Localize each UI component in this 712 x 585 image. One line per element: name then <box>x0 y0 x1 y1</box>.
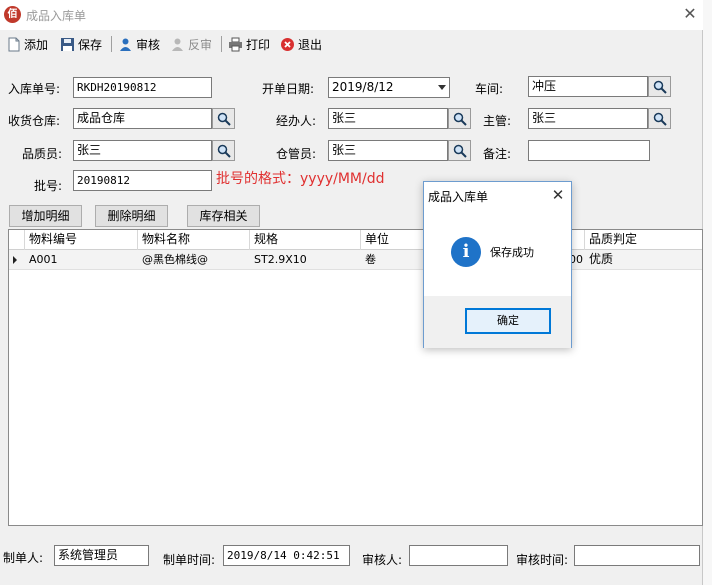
receipt-no-field[interactable]: RKDH20190812 <box>73 77 212 98</box>
message-dialog: 成品入库单 ✕ i 保存成功 确定 <box>423 181 572 348</box>
handler-lookup-button[interactable] <box>448 108 471 129</box>
cell-unit[interactable]: 卷 <box>361 250 421 270</box>
dialog-close-button[interactable]: ✕ <box>548 185 568 205</box>
batch-field[interactable]: 20190812 <box>73 170 212 191</box>
workshop-label: 车间: <box>475 82 504 96</box>
handler-field[interactable]: 张三 <box>328 108 448 129</box>
toolbar-separator <box>111 36 112 52</box>
add-detail-button[interactable]: 增加明细 <box>9 205 82 227</box>
audit-time-field[interactable] <box>574 545 700 566</box>
stock-related-button[interactable]: 库存相关 <box>187 205 260 227</box>
handler-label: 经办人: <box>276 114 317 128</box>
user-disabled-icon <box>170 37 185 52</box>
grid-header: 物料编号 物料名称 规格 单位 品质判定 <box>9 230 702 250</box>
cell-code[interactable]: A001 <box>25 250 138 270</box>
warehouse-lookup-button[interactable] <box>212 108 235 129</box>
window-title: 成品入库单 <box>26 9 87 23</box>
warehouse-field[interactable]: 成品仓库 <box>73 108 212 129</box>
search-icon <box>453 112 467 126</box>
new-document-icon <box>6 37 21 52</box>
unaudit-button-label: 反审 <box>188 37 213 52</box>
audit-button-label: 审核 <box>136 37 161 52</box>
warehouse-label: 收货仓库: <box>8 114 61 128</box>
search-icon <box>217 112 231 126</box>
toolbar-separator <box>221 36 222 52</box>
search-icon <box>653 80 667 94</box>
audit-button[interactable]: 审核 <box>118 35 160 53</box>
main-window: 佰 成品入库单 ✕ 添加 保存 审核 反审 打印 退出 入库单号: RKDH20… <box>0 0 703 585</box>
dialog-ok-button[interactable]: 确定 <box>465 308 551 334</box>
open-date-picker[interactable]: 2019/8/12 <box>328 77 450 98</box>
info-icon: i <box>451 237 481 267</box>
column-header-spec[interactable]: 规格 <box>250 230 361 250</box>
cell-name[interactable]: @黑色棉线@ <box>138 250 250 270</box>
window-close-button[interactable]: ✕ <box>680 4 700 24</box>
supervisor-label: 主管: <box>483 114 512 128</box>
auditor-label: 审核人: <box>362 553 403 567</box>
audit-time-label: 审核时间: <box>516 553 569 567</box>
search-icon <box>453 144 467 158</box>
save-button[interactable]: 保存 <box>60 35 102 53</box>
keeper-lookup-button[interactable] <box>448 140 471 161</box>
keeper-label: 仓管员: <box>276 147 317 161</box>
app-logo-icon: 佰 <box>4 6 21 23</box>
qc-field[interactable]: 张三 <box>73 140 212 161</box>
workshop-field[interactable]: 冲压 <box>528 76 648 97</box>
detail-grid[interactable]: 物料编号 物料名称 规格 单位 品质判定 A001 @黑色棉线@ ST2.9X1… <box>8 229 703 526</box>
open-date-label: 开单日期: <box>262 82 315 96</box>
table-row[interactable]: A001 @黑色棉线@ ST2.9X10 卷 00 优质 <box>9 250 702 270</box>
add-button-label: 添加 <box>24 37 49 52</box>
add-button[interactable]: 添加 <box>6 35 48 53</box>
maker-field[interactable]: 系统管理员 <box>54 545 149 566</box>
column-header-code[interactable]: 物料编号 <box>25 230 138 250</box>
remark-field[interactable] <box>528 140 650 161</box>
cell-quality[interactable]: 优质 <box>585 250 702 270</box>
background-window-edge <box>703 0 712 585</box>
print-button[interactable]: 打印 <box>228 35 270 53</box>
qc-lookup-button[interactable] <box>212 140 235 161</box>
search-icon <box>217 144 231 158</box>
cell-spec[interactable]: ST2.9X10 <box>250 250 361 270</box>
exit-button[interactable]: 退出 <box>280 35 322 53</box>
title-bar: 佰 成品入库单 ✕ <box>0 0 703 30</box>
batch-label: 批号: <box>34 179 63 193</box>
search-icon <box>653 112 667 126</box>
keeper-field[interactable]: 张三 <box>328 140 448 161</box>
receipt-no-label: 入库单号: <box>8 82 61 96</box>
dialog-footer: 确定 <box>424 296 571 348</box>
column-header-quality[interactable]: 品质判定 <box>585 230 702 250</box>
unaudit-button[interactable]: 反审 <box>170 35 212 53</box>
exit-button-label: 退出 <box>298 37 323 52</box>
supervisor-lookup-button[interactable] <box>648 108 671 129</box>
workshop-lookup-button[interactable] <box>648 76 671 97</box>
grid-corner <box>9 230 25 250</box>
user-icon <box>118 37 133 52</box>
batch-format-hint: 批号的格式：yyyy/MM/dd <box>216 171 385 187</box>
print-button-label: 打印 <box>246 37 271 52</box>
exit-icon <box>280 37 295 52</box>
dialog-title: 成品入库单 <box>428 190 489 204</box>
qc-label: 品质员: <box>22 147 63 161</box>
column-header-name[interactable]: 物料名称 <box>138 230 250 250</box>
make-time-label: 制单时间: <box>163 553 216 567</box>
floppy-disk-icon <box>60 37 75 52</box>
save-button-label: 保存 <box>78 37 103 52</box>
remark-label: 备注: <box>483 147 512 161</box>
maker-label: 制单人: <box>3 551 44 565</box>
dialog-message: 保存成功 <box>490 246 534 259</box>
delete-detail-button[interactable]: 删除明细 <box>95 205 168 227</box>
printer-icon <box>228 37 243 52</box>
toolbar: 添加 保存 审核 反审 打印 退出 <box>0 30 703 58</box>
chevron-down-icon[interactable] <box>438 85 446 90</box>
auditor-field[interactable] <box>409 545 508 566</box>
make-time-field[interactable]: 2019/8/14 0:42:51 <box>223 545 350 566</box>
open-date-value: 2019/8/12 <box>332 80 394 94</box>
supervisor-field[interactable]: 张三 <box>528 108 648 129</box>
current-row-indicator-icon <box>13 256 17 264</box>
